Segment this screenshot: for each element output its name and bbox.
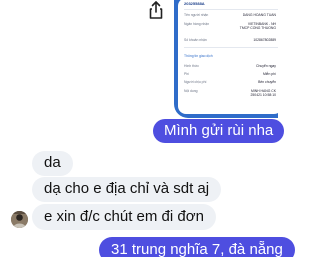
message-bubble-incoming[interactable]: da — [32, 151, 73, 176]
receipt-row: Ngân hàng nhận VIETINBANK - NH TMCP CONG … — [184, 22, 276, 30]
receipt-section-title: Thông tin giao dịch — [184, 54, 213, 58]
divider — [184, 47, 278, 48]
share-icon[interactable] — [146, 0, 166, 20]
divider — [184, 9, 278, 10]
receipt-row: Số khoản nhận 102867802889 — [184, 38, 276, 42]
receipt-card: 20325588A Tên người nhận DANG HOANG TUAN … — [178, 0, 278, 114]
receipt-row: Người chịu phí Bên chuyển — [184, 80, 276, 84]
contact-avatar[interactable] — [11, 211, 28, 228]
receipt-code: 20325588A — [184, 1, 205, 6]
message-bubble-outgoing[interactable]: 31 trung nghĩa 7, đà nẵng — [99, 237, 295, 257]
receipt-row: Hình thức Chuyển ngay — [184, 64, 276, 68]
receipt-row: Nội dung MINH HANG CK 250421 10:58:10 — [184, 89, 276, 97]
receipt-row: Phí Miễn phí — [184, 72, 276, 76]
receipt-row: Tên người nhận DANG HOANG TUAN — [184, 13, 276, 17]
message-bubble-incoming[interactable]: e xin đ/c chút em đi đơn — [32, 204, 216, 230]
receipt-image[interactable]: 20325588A Tên người nhận DANG HOANG TUAN … — [174, 0, 278, 118]
message-bubble-outgoing[interactable]: Mình gửi rùi nha — [153, 119, 285, 143]
message-bubble-incoming[interactable]: dạ cho e địa chỉ và sdt aj — [32, 177, 222, 202]
